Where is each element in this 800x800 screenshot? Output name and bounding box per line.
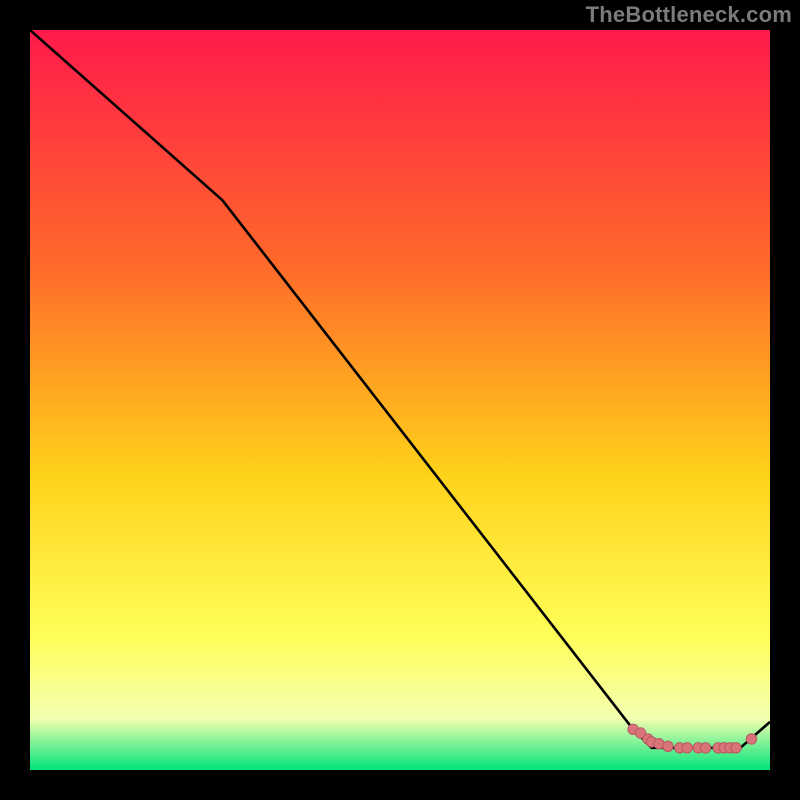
bottleneck-plot [30,30,770,770]
highlight-dot [746,734,756,744]
chart-stage: TheBottleneck.com [0,0,800,800]
highlight-dot [700,743,710,753]
watermark-text: TheBottleneck.com [586,2,792,28]
highlight-dot [682,743,692,753]
plot-background [30,30,770,770]
highlight-dot [731,743,741,753]
highlight-dot [663,741,673,751]
